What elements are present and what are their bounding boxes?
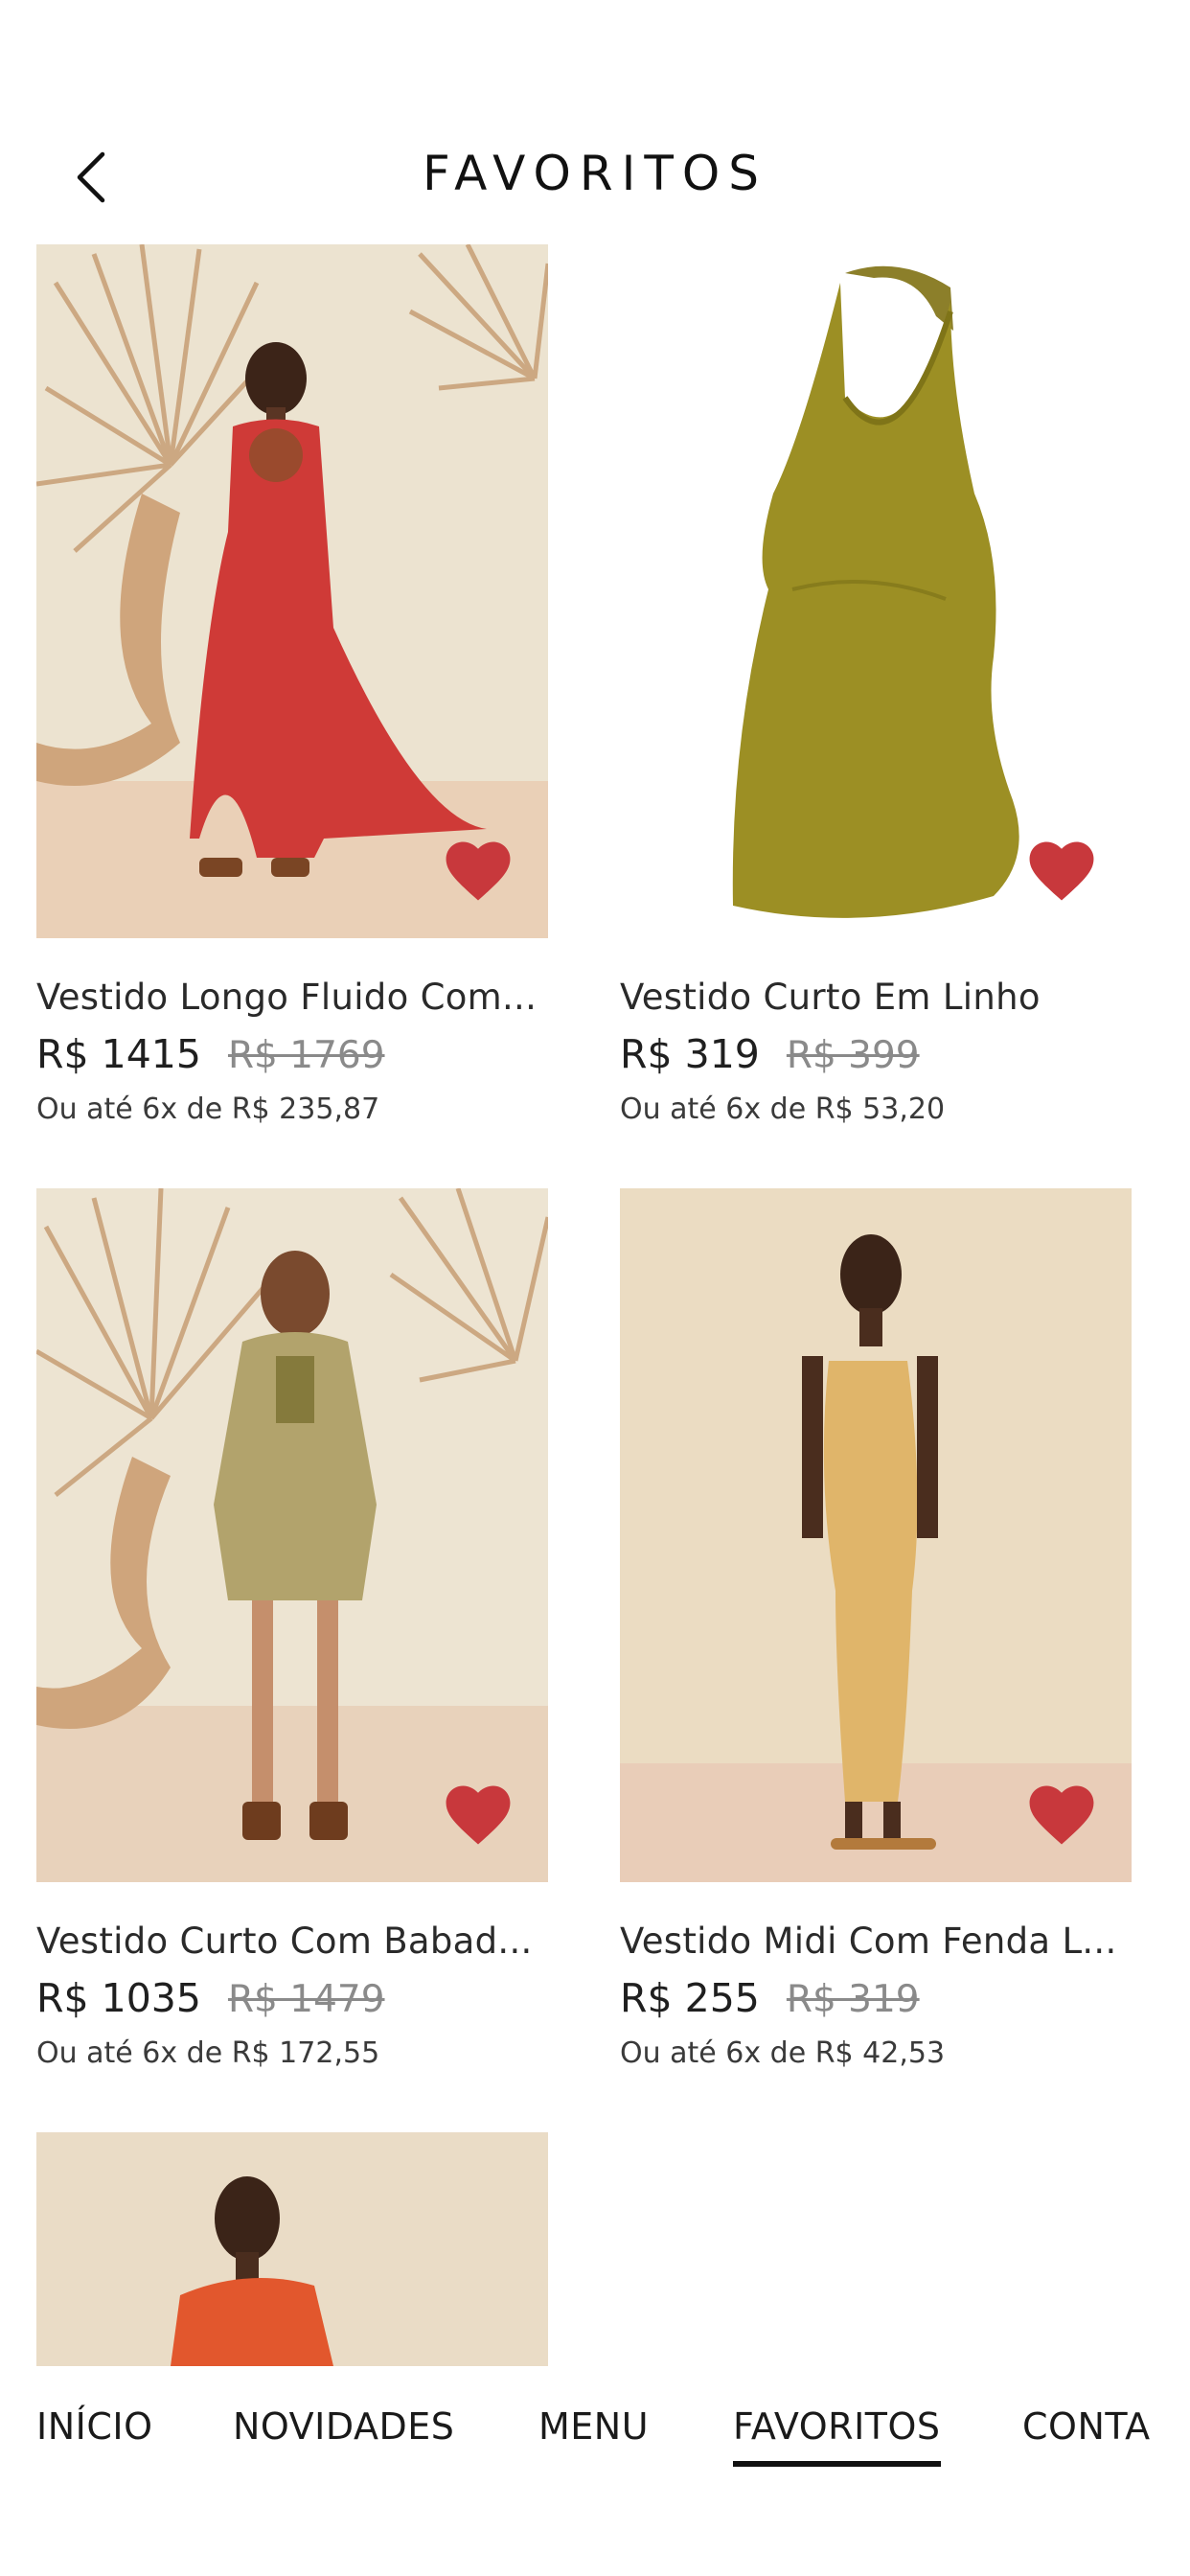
product-name[interactable]: Vestido Longo Fluido Com...: [36, 977, 548, 1018]
price-row: R$ 255 R$ 319: [620, 1975, 1132, 2021]
bottom-nav: INÍCIO NOVIDADES MENU FAVORITOS CONTA: [0, 2367, 1190, 2576]
product-old-price: R$ 1479: [227, 1978, 385, 2021]
heart-icon[interactable]: [445, 1784, 512, 1846]
product-price: R$ 1035: [36, 1975, 201, 2021]
nav-item-favoritos[interactable]: FAVORITOS: [733, 2405, 941, 2467]
product-old-price: R$ 319: [786, 1978, 920, 2021]
nav-item-novidades[interactable]: NOVIDADES: [233, 2405, 454, 2448]
heart-icon[interactable]: [1028, 1784, 1095, 1846]
product-image[interactable]: [36, 244, 548, 938]
product-name[interactable]: Vestido Curto Com Babad...: [36, 1920, 548, 1962]
price-row: R$ 319 R$ 399: [620, 1031, 1132, 1077]
price-row: R$ 1035 R$ 1479: [36, 1975, 548, 2021]
product-image[interactable]: [620, 244, 1132, 938]
top-header: FAVORITOS: [0, 115, 1190, 240]
product-image[interactable]: [620, 1188, 1132, 1882]
nav-item-conta[interactable]: CONTA: [1022, 2405, 1151, 2448]
price-row: R$ 1415 R$ 1769: [36, 1031, 548, 1077]
product-price: R$ 1415: [36, 1031, 201, 1077]
page-title: FAVORITOS: [423, 146, 767, 201]
product-name[interactable]: Vestido Midi Com Fenda L...: [620, 1920, 1132, 1962]
heart-icon[interactable]: [445, 840, 512, 902]
product-old-price: R$ 399: [786, 1034, 920, 1077]
product-image[interactable]: [36, 2132, 548, 2366]
product-card[interactable]: Vestido Curto Em Linho R$ 319 R$ 399 Ou …: [620, 244, 1132, 1126]
installment-text: Ou até 6x de R$ 53,20: [620, 1092, 946, 1126]
product-card[interactable]: Vestido Curto Com Babad... R$ 1035 R$ 14…: [36, 1188, 548, 2070]
product-name[interactable]: Vestido Curto Em Linho: [620, 977, 1132, 1018]
heart-icon[interactable]: [1028, 840, 1095, 902]
product-old-price: R$ 1769: [227, 1034, 385, 1077]
installment-text: Ou até 6x de R$ 42,53: [620, 2036, 946, 2070]
nav-item-inicio[interactable]: INÍCIO: [36, 2405, 153, 2448]
product-image[interactable]: [36, 1188, 548, 1882]
product-card[interactable]: Vestido Midi Com Fenda L... R$ 255 R$ 31…: [620, 1188, 1132, 2070]
nav-item-menu[interactable]: MENU: [538, 2405, 649, 2448]
product-card[interactable]: Vestido Longo Fluido Com... R$ 1415 R$ 1…: [36, 244, 548, 1126]
installment-text: Ou até 6x de R$ 172,55: [36, 2036, 380, 2070]
product-price: R$ 255: [620, 1975, 760, 2021]
product-price: R$ 319: [620, 1031, 760, 1077]
product-card[interactable]: [36, 2132, 548, 2366]
installment-text: Ou até 6x de R$ 235,87: [36, 1092, 380, 1126]
